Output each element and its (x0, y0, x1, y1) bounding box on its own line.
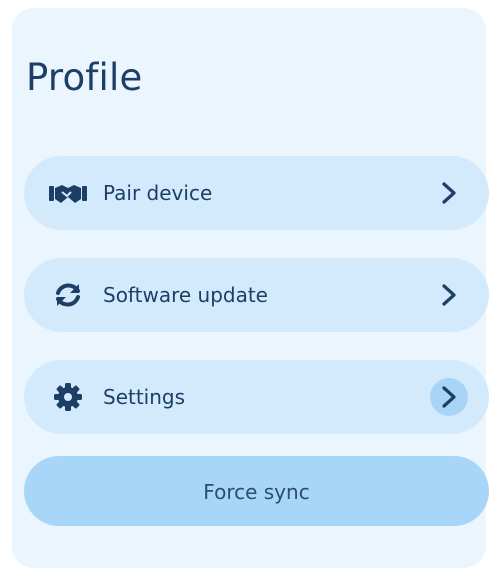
menu-item-label: Settings (103, 385, 186, 409)
chevron-right-icon[interactable] (430, 378, 468, 416)
sync-icon (48, 258, 88, 332)
menu-item-software-update[interactable]: Software update (24, 258, 489, 332)
menu-item-settings[interactable]: Settings (24, 360, 489, 434)
menu-item-label: Pair device (103, 181, 213, 205)
menu-item-label: Software update (103, 283, 268, 307)
force-sync-button[interactable]: Force sync (24, 456, 489, 526)
handshake-icon (48, 156, 88, 230)
page-title: Profile (26, 56, 143, 99)
gear-icon (48, 360, 88, 434)
chevron-right-icon[interactable] (430, 276, 468, 314)
chevron-right-icon[interactable] (430, 174, 468, 212)
menu-item-pair-device[interactable]: Pair device (24, 156, 489, 230)
